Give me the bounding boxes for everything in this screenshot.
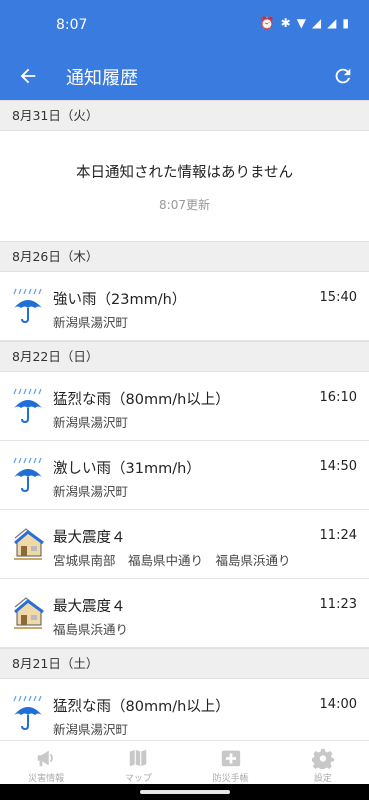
system-gesture-bar — [0, 784, 369, 800]
notification-area: 福島県浜通り — [53, 622, 129, 637]
alarm-icon: ⏰ — [259, 16, 275, 30]
notification-title: 猛烈な雨（80mm/h以上） — [53, 392, 230, 408]
earthquake-house-icon — [14, 528, 44, 560]
notification-title: 強い雨（23mm/h） — [53, 292, 187, 308]
rain-umbrella-icon — [13, 388, 42, 424]
notification-time: 14:00 — [319, 697, 357, 712]
nav-disaster-notebook[interactable]: 防災手帳 — [185, 741, 277, 784]
notification-title: 最大震度４ — [53, 530, 126, 546]
gear-icon — [311, 748, 334, 769]
notification-item[interactable]: 強い雨（23mm/h） 新潟県湯沢町 15:40 — [0, 272, 369, 341]
notification-item[interactable]: 激しい雨（31mm/h） 新潟県湯沢町 14:50 — [0, 441, 369, 510]
status-bar: 8:07 ⏰ ✱ ▼ ◢ ◢ ▮ — [0, 0, 369, 52]
notification-time: 15:40 — [319, 290, 357, 305]
refresh-button[interactable] — [329, 62, 357, 90]
bluetooth-icon: ✱ — [280, 16, 291, 30]
notification-time: 16:10 — [319, 390, 357, 405]
updated-time: 8:07更新 — [159, 198, 210, 212]
notification-title: 猛烈な雨（80mm/h以上） — [53, 699, 230, 715]
date-header: 8月22日（日） — [0, 341, 369, 372]
home-indicator[interactable] — [140, 790, 230, 794]
notification-item[interactable]: 猛烈な雨（80mm/h以上） 新潟県湯沢町 16:10 — [0, 372, 369, 441]
arrow-left-icon — [20, 68, 36, 84]
notification-item[interactable]: 最大震度４ 宮城県南部 福島県中通り 福島県浜通り 11:24 — [0, 510, 369, 579]
earthquake-house-icon — [14, 597, 44, 629]
wifi-icon: ▼ — [296, 16, 306, 30]
nav-label: 防災手帳 — [212, 774, 249, 784]
back-button[interactable] — [14, 62, 42, 90]
rain-umbrella-icon — [13, 695, 42, 731]
empty-message: 本日通知された情報はありません — [75, 165, 294, 181]
notification-time: 11:23 — [319, 597, 357, 612]
bottom-navigation: 災害情報 マップ 防災手帳 設定 — [0, 740, 369, 784]
battery-icon: ▮ — [342, 16, 349, 30]
nav-disaster-info[interactable]: 災害情報 — [0, 741, 92, 784]
nav-label: マップ — [124, 774, 152, 784]
notification-area: 新潟県湯沢町 — [53, 415, 129, 430]
refresh-icon — [335, 68, 351, 84]
notification-time: 14:50 — [319, 459, 357, 474]
rain-umbrella-icon — [13, 288, 42, 324]
notification-title: 激しい雨（31mm/h） — [53, 461, 201, 477]
notification-area: 宮城県南部 福島県中通り 福島県浜通り — [53, 553, 291, 568]
notification-time: 11:24 — [319, 528, 357, 543]
first-aid-icon — [221, 750, 240, 767]
date-header: 8月21日（土） — [0, 648, 369, 679]
nav-label: 災害情報 — [28, 774, 65, 784]
notification-item[interactable]: 猛烈な雨（80mm/h以上） 新潟県湯沢町 14:00 — [0, 679, 369, 740]
nav-settings[interactable]: 設定 — [277, 741, 369, 784]
status-icons: ⏰ ✱ ▼ ◢ ◢ ▮ — [260, 16, 349, 30]
page-title: 通知履歴 — [66, 68, 138, 89]
notification-item[interactable]: 最大震度４ 福島県浜通り 11:23 — [0, 579, 369, 648]
notification-area: 新潟県湯沢町 — [53, 484, 129, 499]
notification-area: 新潟県湯沢町 — [53, 722, 129, 737]
status-time: 8:07 — [56, 17, 88, 33]
signal-icon: ◢ — [311, 16, 322, 30]
notification-title: 最大震度４ — [53, 599, 126, 615]
rain-umbrella-icon — [13, 457, 42, 493]
megaphone-icon — [37, 750, 53, 767]
signal-icon-2: ◢ — [327, 16, 337, 30]
nav-map[interactable]: マップ — [92, 741, 184, 784]
notification-area: 新潟県湯沢町 — [53, 315, 129, 330]
date-header: 8月31日（火） — [0, 100, 369, 131]
nav-label: 設定 — [313, 774, 332, 784]
map-icon — [130, 749, 147, 767]
empty-state: 本日通知された情報はありません 8:07更新 — [0, 131, 369, 241]
app-bar: 通知履歴 — [0, 52, 369, 100]
date-header: 8月26日（木） — [0, 241, 369, 272]
notification-history-list[interactable]: 8月31日（火） 本日通知された情報はありません 8:07更新 8月26日（木）… — [0, 100, 369, 740]
